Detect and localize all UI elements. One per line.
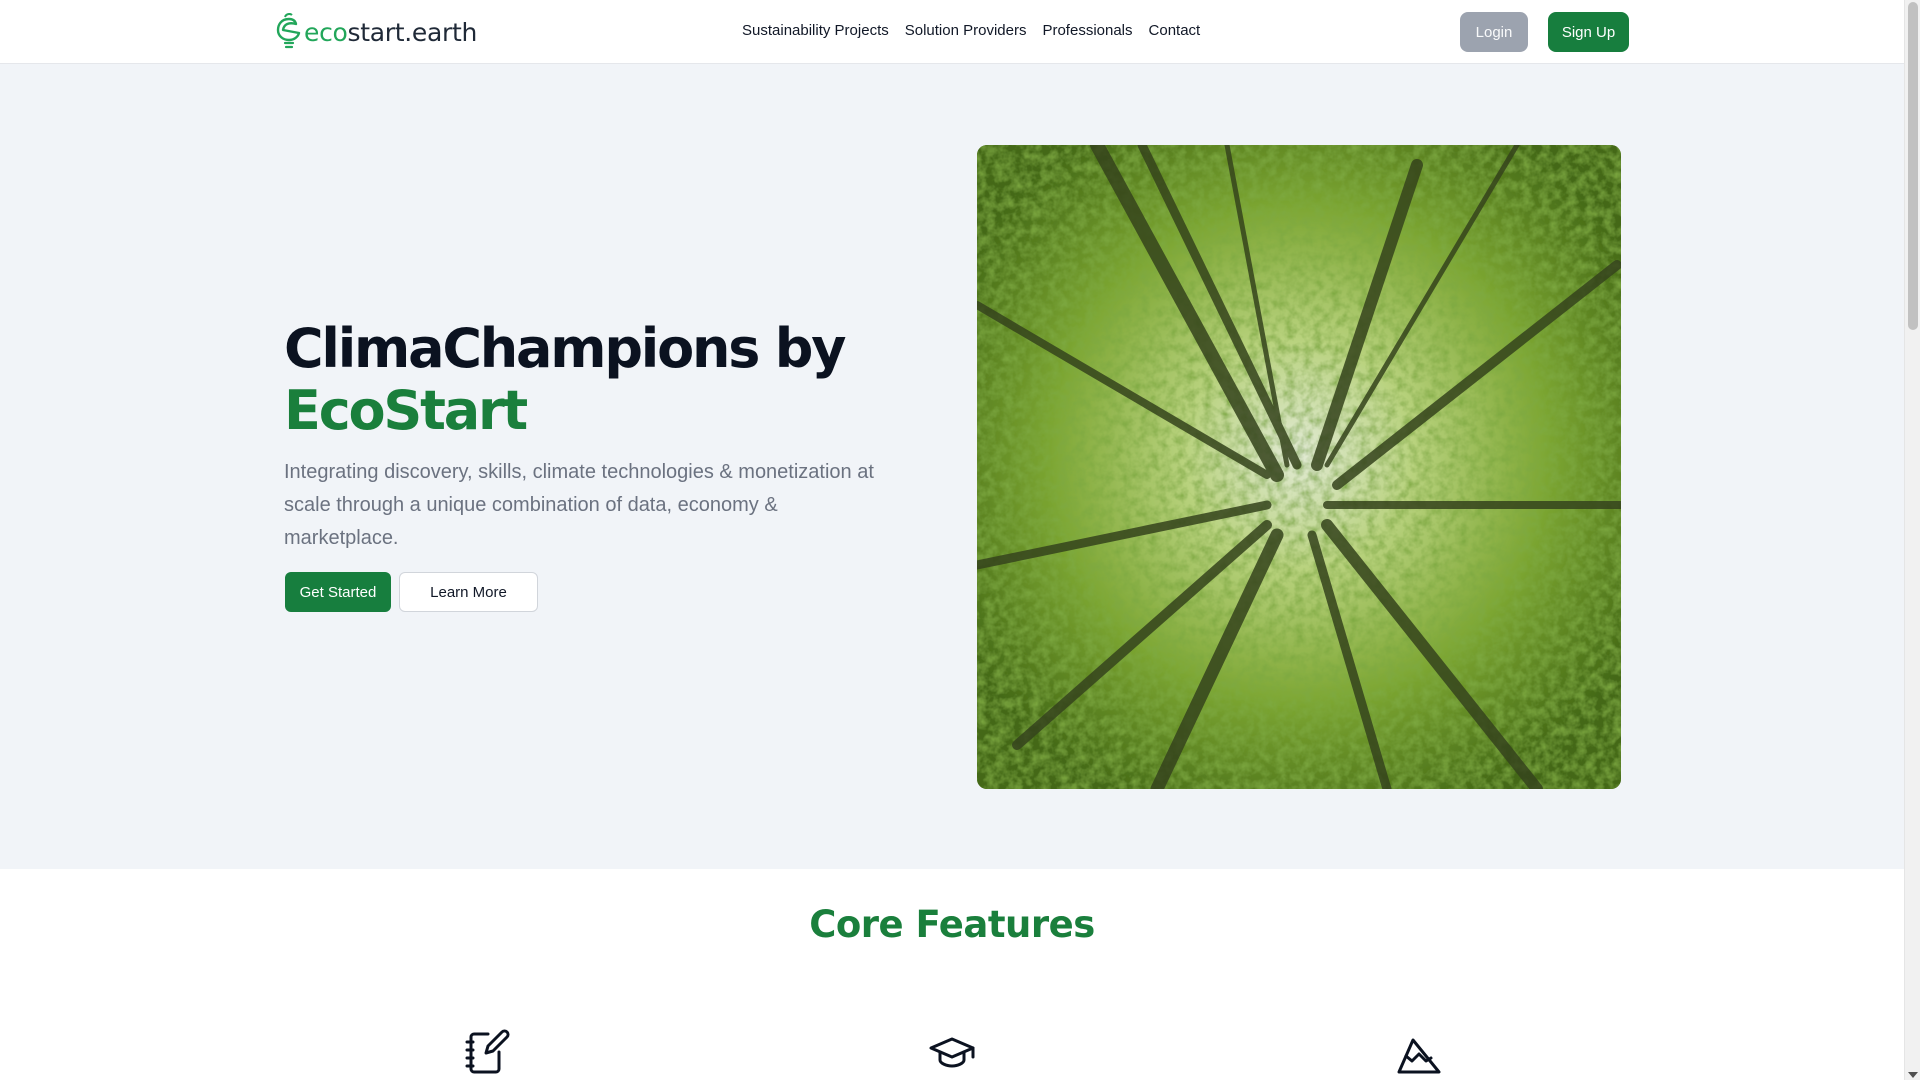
hero-title: ClimaChampions by EcoStart	[284, 317, 846, 442]
nav-contact[interactable]: Contact	[1149, 20, 1201, 42]
hero-title-brand: EcoStart	[284, 379, 528, 442]
hero-subtitle: Integrating discovery, skills, climate t…	[284, 461, 874, 549]
login-button[interactable]: Login	[1460, 12, 1528, 52]
site-header: ecostart.earth Sustainability Projects S…	[0, 0, 1904, 64]
main-nav: Sustainability Projects Solution Provide…	[742, 20, 1200, 42]
scroll-down-arrow-icon[interactable]	[1908, 1072, 1918, 1078]
signup-button[interactable]: Sign Up	[1548, 12, 1629, 52]
logo-wordmark-rest: start.earth	[347, 17, 478, 47]
page-scrollbar[interactable]	[1904, 0, 1920, 1080]
leaf-bulb-icon	[276, 13, 301, 49]
forest-canopy-image	[977, 145, 1621, 789]
graduation-cap-icon	[929, 1037, 975, 1068]
hero-title-line1: ClimaChampions by	[284, 317, 846, 380]
mountain-icon	[1397, 1038, 1441, 1074]
nav-professionals[interactable]: Professionals	[1042, 20, 1132, 42]
logo-wordmark-accent: eco	[304, 17, 348, 47]
get-started-button[interactable]: Get Started	[285, 572, 391, 612]
scrollbar-thumb[interactable]	[1908, 2, 1918, 330]
logo-wordmark: ecostart.earth	[304, 20, 477, 45]
nav-solution-providers[interactable]: Solution Providers	[905, 20, 1027, 42]
nav-sustainability-projects[interactable]: Sustainability Projects	[742, 20, 889, 42]
notebook-pen-icon	[465, 1029, 510, 1074]
learn-more-button[interactable]: Learn More	[399, 572, 538, 612]
hero-section: ClimaChampions by EcoStart Integrating d…	[0, 64, 1904, 869]
hero-image	[977, 145, 1621, 789]
site-logo[interactable]: ecostart.earth	[276, 13, 477, 51]
core-features-title: Core Features	[809, 903, 1095, 946]
